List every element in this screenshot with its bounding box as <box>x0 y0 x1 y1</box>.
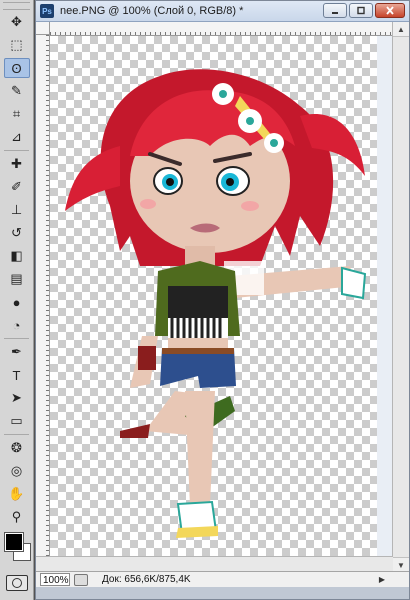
eyedropper-tool-button[interactable]: ⊿ <box>4 127 30 147</box>
blur-tool-icon: ● <box>12 294 21 310</box>
tool-separator <box>4 150 29 151</box>
history-brush-tool-icon: ↺ <box>11 225 22 240</box>
3d-rotate-tool-icon: ❂ <box>11 440 22 455</box>
move-tool-icon: ✥ <box>11 14 22 29</box>
scroll-down-arrow-icon[interactable]: ▼ <box>393 557 409 572</box>
blur-tool-button[interactable]: ● <box>4 292 30 312</box>
window-controls <box>323 3 405 18</box>
eraser-tool-icon: ◧ <box>10 248 23 263</box>
status-info-icon[interactable] <box>74 573 88 586</box>
document-titlebar[interactable]: Ps nee.PNG @ 100% (Слой 0, RGB/8) * <box>36 1 409 22</box>
window-bottom-edge <box>36 587 409 599</box>
move-tool-button[interactable]: ✥ <box>4 12 30 32</box>
marquee-tool-icon: ⬚ <box>10 37 23 52</box>
status-bar: 100% Док: 656,6K/875,4K ▶ <box>36 571 409 587</box>
tool-separator <box>4 434 29 435</box>
healing-brush-tool-icon: ✚ <box>11 156 22 171</box>
eyedropper-tool-icon: ⊿ <box>11 129 22 144</box>
maximize-icon <box>357 6 365 15</box>
horizontal-scrollbar[interactable] <box>36 556 393 572</box>
lasso-tool-button[interactable]: ʘ <box>3 58 30 78</box>
close-icon <box>386 6 394 15</box>
gradient-tool-button[interactable]: ▤ <box>4 269 30 289</box>
minimize-icon <box>332 12 338 14</box>
scroll-up-arrow-icon[interactable]: ▲ <box>393 22 409 37</box>
minimize-button[interactable] <box>323 3 347 18</box>
shape-tool-button[interactable]: ▭ <box>4 411 30 431</box>
brush-tool-icon: ✐ <box>11 179 22 194</box>
maximize-button[interactable] <box>349 3 373 18</box>
crop-tool-icon: ⌗ <box>12 106 21 121</box>
clone-stamp-tool-button[interactable]: ⊥ <box>4 200 30 220</box>
quick-selection-tool-icon: ✎ <box>11 83 22 98</box>
dodge-tool-button[interactable]: ◔ <box>4 315 30 335</box>
ruler-origin[interactable] <box>36 22 50 35</box>
document-canvas[interactable] <box>50 36 377 557</box>
type-tool-button[interactable]: T <box>4 365 30 385</box>
vertical-scrollbar[interactable]: ▲ ▼ <box>392 22 409 572</box>
document-title: nee.PNG @ 100% (Слой 0, RGB/8) * <box>60 5 244 17</box>
type-tool-icon: T <box>12 367 21 383</box>
marquee-tool-button[interactable]: ⬚ <box>4 35 30 55</box>
dodge-tool-icon: ◔ <box>12 317 21 333</box>
status-menu-arrow-icon[interactable]: ▶ <box>379 575 385 584</box>
brush-tool-button[interactable]: ✐ <box>4 177 30 197</box>
path-selection-tool-button[interactable]: ➤ <box>4 388 30 408</box>
path-selection-tool-icon: ➤ <box>11 390 22 405</box>
panel-grip[interactable] <box>3 2 30 10</box>
zoom-tool-button[interactable]: ⚲ <box>4 507 30 527</box>
hand-tool-icon: ✋ <box>8 486 25 501</box>
pen-tool-button[interactable]: ✒ <box>4 342 30 362</box>
quick-mask-button[interactable] <box>5 575 28 591</box>
quick-selection-tool-button[interactable]: ✎ <box>4 81 30 101</box>
quick-mask-icon <box>11 578 22 588</box>
clone-stamp-tool-icon: ⊥ <box>10 202 23 217</box>
tools-panel: ✥ ⬚ ʘ ✎ ⌗ ⊿ ✚ ✐ ⊥ ↺ ◧ ▤ ● ◔ ✒ T ➤ ▭ ❂ ◎ ✋ ⚲ <box>0 0 34 600</box>
document-window: Ps nee.PNG @ 100% (Слой 0, RGB/8) * ▲ ▼ … <box>35 0 410 600</box>
vertical-ruler[interactable] <box>36 35 50 556</box>
zoom-tool-icon: ⚲ <box>11 509 22 524</box>
photoshop-icon: Ps <box>40 4 54 18</box>
hand-tool-button[interactable]: ✋ <box>4 484 30 504</box>
crop-tool-button[interactable]: ⌗ <box>4 104 30 124</box>
close-button[interactable] <box>375 3 405 18</box>
pen-tool-icon: ✒ <box>11 344 22 359</box>
3d-orbit-tool-icon: ◎ <box>10 463 23 478</box>
3d-orbit-tool-button[interactable]: ◎ <box>4 461 30 481</box>
gradient-tool-icon: ▤ <box>10 271 23 286</box>
color-swatches[interactable] <box>3 531 31 565</box>
character-artwork <box>65 69 367 538</box>
shape-tool-icon: ▭ <box>10 413 23 428</box>
eraser-tool-button[interactable]: ◧ <box>4 246 30 266</box>
tool-list: ✥ ⬚ ʘ ✎ ⌗ ⊿ ✚ ✐ ⊥ ↺ ◧ ▤ ● ◔ ✒ T ➤ ▭ ❂ ◎ ✋ ⚲ <box>0 12 33 527</box>
horizontal-ruler[interactable] <box>50 22 393 36</box>
tool-separator <box>4 338 29 339</box>
3d-rotate-tool-button[interactable]: ❂ <box>4 438 30 458</box>
document-size-info: Док: 656,6K/875,4K <box>102 574 191 585</box>
healing-brush-tool-button[interactable]: ✚ <box>4 154 30 174</box>
history-brush-tool-button[interactable]: ↺ <box>4 223 30 243</box>
lasso-tool-icon: ʘ <box>11 60 22 76</box>
foreground-color-swatch[interactable] <box>4 533 23 551</box>
zoom-level-field[interactable]: 100% <box>40 573 70 586</box>
